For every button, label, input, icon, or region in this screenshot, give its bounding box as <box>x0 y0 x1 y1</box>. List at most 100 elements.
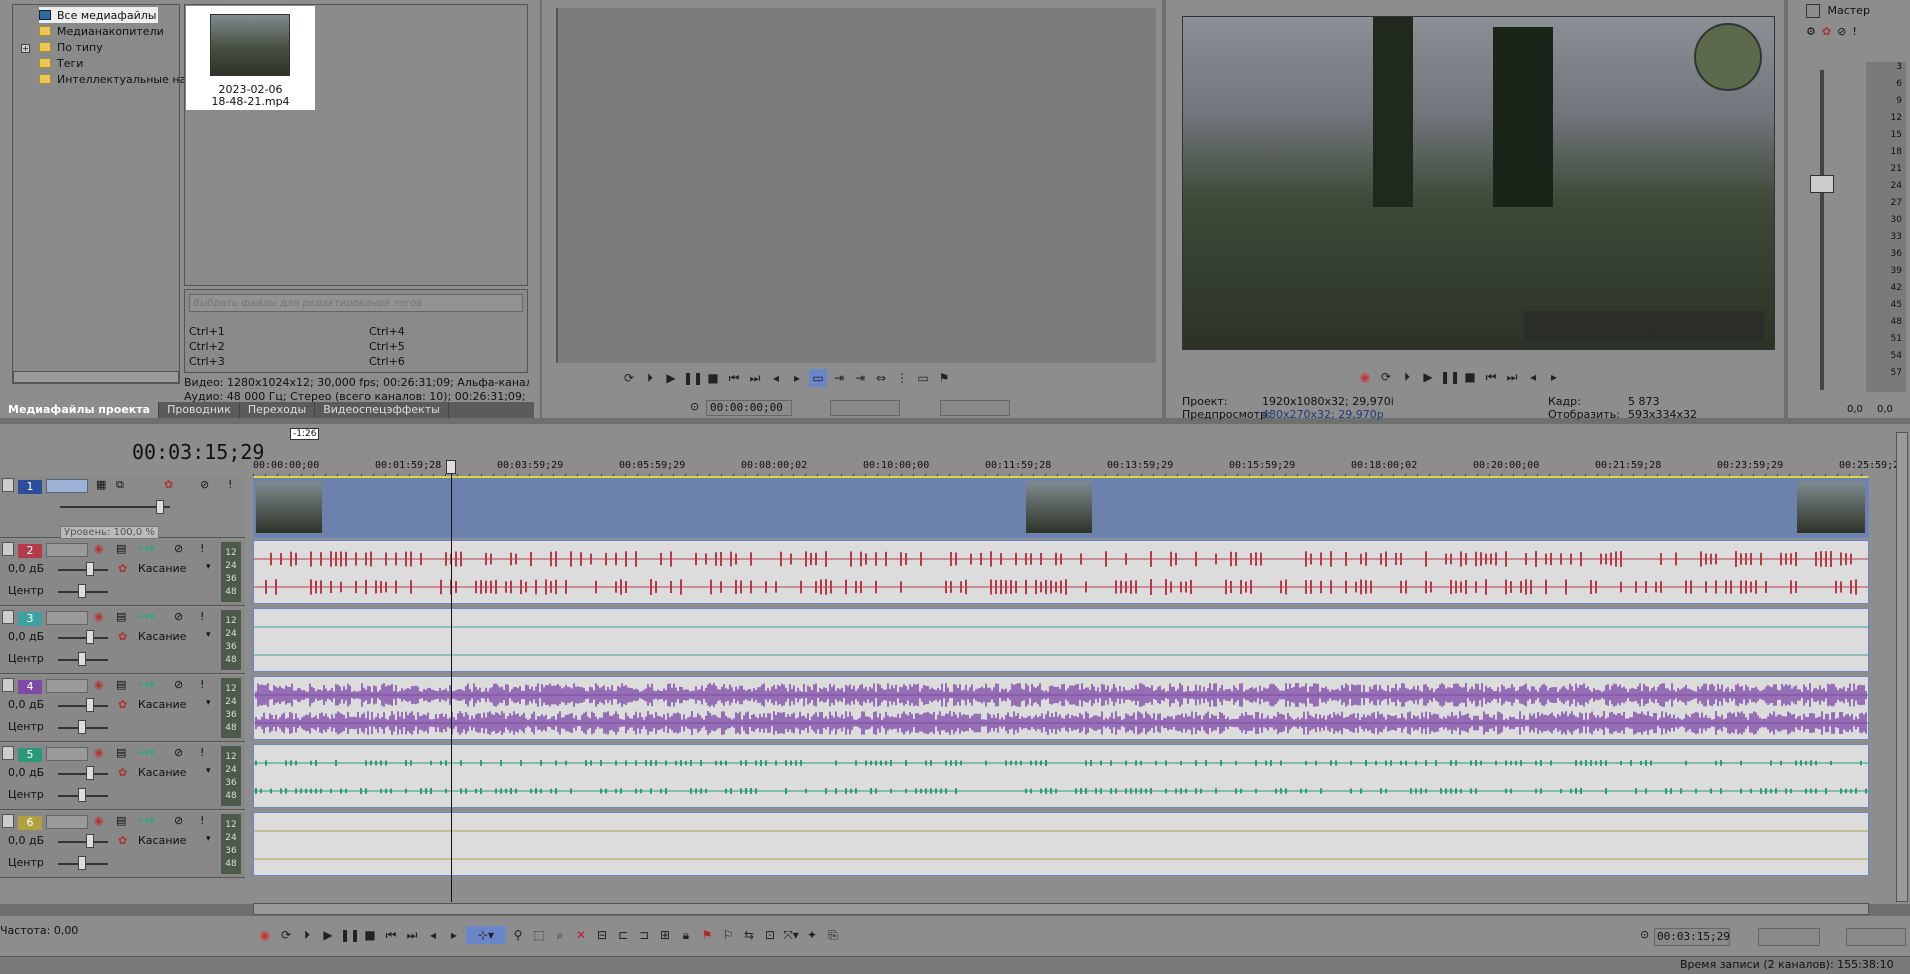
arm-record-icon[interactable]: ◉ <box>94 678 104 691</box>
pan-knob[interactable] <box>78 652 86 666</box>
composite-icon[interactable]: ⧉ <box>116 478 124 492</box>
bottom-timecode[interactable]: 00:03:15;29 <box>1654 928 1730 946</box>
overwrite-icon[interactable]: ⇥ <box>851 369 869 387</box>
chevron-down-icon[interactable]: ▾ <box>206 698 211 708</box>
loop-icon[interactable]: ⟳ <box>1377 368 1395 386</box>
tab-video-fx[interactable]: Видеоспецэффекты <box>315 402 449 418</box>
selection-start-field[interactable] <box>1758 928 1820 946</box>
collapse-icon[interactable] <box>2 478 14 492</box>
audio-track-lane[interactable] <box>253 812 1869 876</box>
pause-icon[interactable]: ❚❚ <box>683 369 703 387</box>
automation-mode[interactable]: Касание <box>138 630 186 643</box>
volume-knob[interactable] <box>86 698 94 712</box>
play-from-start-icon[interactable]: ⏵ <box>1398 368 1416 386</box>
volume-knob[interactable] <box>86 834 94 848</box>
track-name-field[interactable] <box>46 815 88 829</box>
mute-icon[interactable]: ⊘ <box>174 610 183 623</box>
play-icon[interactable]: ▶ <box>319 926 337 944</box>
go-end-icon[interactable]: ⏭ <box>746 369 764 387</box>
collapse-icon[interactable] <box>2 610 14 624</box>
selection-start-field[interactable] <box>830 400 900 416</box>
insert-fx-icon[interactable]: ⊶▾ <box>138 678 155 691</box>
audio-track-lane[interactable] <box>253 676 1869 740</box>
volume-slider[interactable] <box>58 569 108 571</box>
level-slider[interactable] <box>60 506 170 508</box>
stop-icon[interactable]: ■ <box>1461 368 1479 386</box>
track-name-field[interactable] <box>46 611 88 625</box>
video-track-lane[interactable] <box>253 476 1869 538</box>
volume-slider[interactable] <box>58 841 108 843</box>
tree-item-tags[interactable]: Теги <box>39 55 83 71</box>
fx-icon[interactable]: ▤ <box>116 610 126 623</box>
audio-track-lane[interactable] <box>253 744 1869 808</box>
solo-icon[interactable]: ! <box>200 542 204 555</box>
arm-record-icon[interactable]: ◉ <box>94 610 104 623</box>
split-icon[interactable]: ⋮ <box>893 369 911 387</box>
tab-explorer[interactable]: Проводник <box>159 402 240 418</box>
audio-track-lane[interactable] <box>253 608 1869 672</box>
solo-icon[interactable]: ! <box>200 678 204 691</box>
zoom-tool-icon[interactable]: ⌕ <box>551 926 569 944</box>
mute-icon[interactable]: ⊘ <box>174 678 183 691</box>
automation-mode[interactable]: Касание <box>138 562 186 575</box>
go-start-icon[interactable]: ⏮ <box>382 926 400 944</box>
track-name-field[interactable] <box>46 679 88 693</box>
pan-knob[interactable] <box>78 584 86 598</box>
selection-length-field[interactable] <box>1846 928 1906 946</box>
level-knob[interactable] <box>156 500 164 514</box>
track-name-field[interactable] <box>46 747 88 761</box>
go-end-icon[interactable]: ⏭ <box>1503 368 1521 386</box>
arm-record-icon[interactable]: ◉ <box>94 814 104 827</box>
stop-icon[interactable]: ■ <box>704 369 722 387</box>
fx-icon[interactable]: ▤ <box>116 542 126 555</box>
go-end-icon[interactable]: ⏭ <box>403 926 421 944</box>
lock-icon[interactable]: 🔒︎ <box>677 926 695 944</box>
audio-track-lane[interactable] <box>253 540 1869 604</box>
tab-project-media[interactable]: Медиафайлы проекта <box>0 402 160 418</box>
collapse-icon[interactable] <box>2 542 14 556</box>
gear-icon[interactable]: ✿ <box>118 698 127 711</box>
volume-knob[interactable] <box>86 630 94 644</box>
tag-input[interactable] <box>189 294 523 312</box>
add-to-timeline-icon[interactable]: ▭ <box>809 369 827 387</box>
pan-knob[interactable] <box>78 720 86 734</box>
timeline-vscroll[interactable] <box>1896 432 1908 902</box>
play-from-start-icon[interactable]: ⏵ <box>641 369 659 387</box>
solo-icon[interactable]: ! <box>200 746 204 759</box>
edit-tool-icon[interactable]: ⊹▾ <box>466 926 506 944</box>
stop-icon[interactable]: ■ <box>361 926 379 944</box>
record-icon[interactable]: ◉ <box>256 926 274 944</box>
gear-icon[interactable]: ✿ <box>118 834 127 847</box>
record-icon[interactable]: ◉ <box>1356 368 1374 386</box>
pan-knob[interactable] <box>78 788 86 802</box>
prev-frame-icon[interactable]: ◂ <box>424 926 442 944</box>
pause-icon[interactable]: ❚❚ <box>1440 368 1460 386</box>
volume-knob[interactable] <box>86 766 94 780</box>
play-icon[interactable]: ▶ <box>1419 368 1437 386</box>
gear-icon[interactable]: ✿ <box>164 478 173 491</box>
trim-icon[interactable]: ⊟ <box>593 926 611 944</box>
fx-icon[interactable]: ▤ <box>116 678 126 691</box>
fx-icon[interactable]: ▦ <box>96 478 106 491</box>
prev-frame-icon[interactable]: ◂ <box>1524 368 1542 386</box>
automation-mode[interactable]: Касание <box>138 698 186 711</box>
region-icon[interactable]: ⚐ <box>719 926 737 944</box>
pan-knob[interactable] <box>78 856 86 870</box>
track-name-field[interactable] <box>46 543 88 557</box>
fx-icon[interactable]: ▤ <box>116 746 126 759</box>
chevron-down-icon[interactable]: ▾ <box>206 562 211 572</box>
marker-icon[interactable]: ⚑ <box>698 926 716 944</box>
fx-icon[interactable]: ▤ <box>116 814 126 827</box>
insert-icon[interactable]: ⇥ <box>830 369 848 387</box>
delete-icon[interactable]: ✕ <box>572 926 590 944</box>
mute-icon[interactable]: ⊘ <box>1837 25 1846 39</box>
tab-transitions[interactable]: Переходы <box>240 402 316 418</box>
mute-icon[interactable]: ⊘ <box>174 814 183 827</box>
selection-length-field[interactable] <box>940 400 1010 416</box>
trim-start-icon[interactable]: ⊏ <box>614 926 632 944</box>
envelope-tool-icon[interactable]: ⚲ <box>509 926 527 944</box>
insert-fx-icon[interactable]: ⊶▾ <box>138 746 155 759</box>
marker-icon[interactable]: ⚑ <box>935 369 953 387</box>
collapse-icon[interactable] <box>2 814 14 828</box>
automation-mode[interactable]: Касание <box>138 766 186 779</box>
